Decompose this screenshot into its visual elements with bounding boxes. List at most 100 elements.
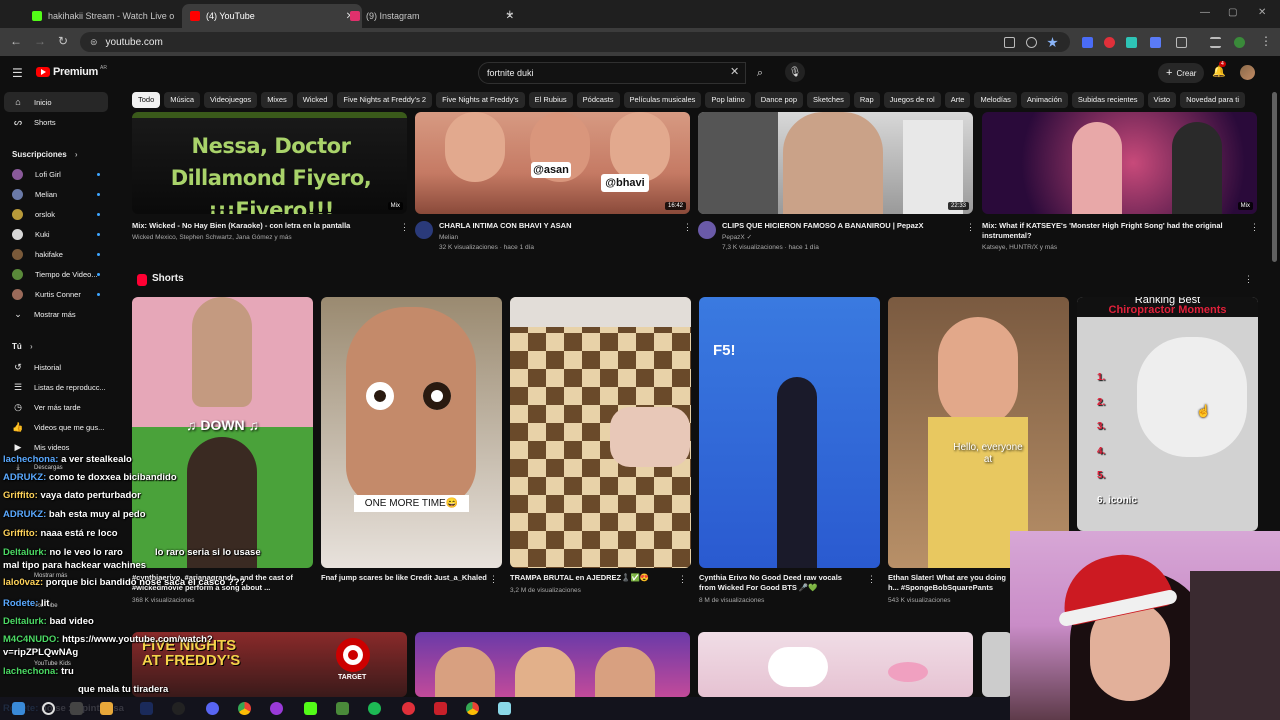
extensions-puzzle-icon[interactable] — [1176, 37, 1187, 48]
video-channel[interactable]: Wicked Mexico, Stephen Schwartz, Jana Gó… — [132, 233, 392, 243]
chip-20[interactable]: Novedad para ti — [1180, 92, 1246, 108]
sidebar-item-playlists[interactable]: ☰ Listas de reproducc... — [4, 377, 108, 397]
scrollbar[interactable] — [1272, 92, 1277, 262]
more-options-icon[interactable]: ⋮ — [1250, 222, 1259, 233]
short-card[interactable]: Hello, everyone at — [888, 297, 1069, 568]
close-window-button[interactable]: ✕ — [1258, 7, 1266, 18]
create-button[interactable]: + Crear — [1158, 63, 1205, 83]
short-card[interactable]: F5! — [699, 297, 880, 568]
more-options-icon[interactable]: ⋮ — [678, 574, 687, 585]
chip-1[interactable]: Música — [164, 92, 201, 108]
kick-icon[interactable] — [304, 702, 317, 715]
video-channel[interactable]: Melian — [439, 233, 458, 243]
spotify-icon[interactable] — [368, 702, 381, 715]
site-info-icon[interactable]: ⊜ — [90, 37, 98, 48]
chrome-icon[interactable] — [238, 702, 251, 715]
steam-icon[interactable] — [140, 702, 153, 715]
subscriptions-heading[interactable]: Suscripciones › — [12, 150, 78, 159]
short-title[interactable]: Ethan Slater! What are you doing h... #S… — [888, 573, 1008, 593]
app-icon[interactable] — [270, 702, 283, 715]
minecraft-icon[interactable] — [336, 702, 349, 715]
search-button[interactable]: ⌕ — [750, 62, 770, 84]
chip-11[interactable]: Dance pop — [754, 92, 804, 108]
chip-16[interactable]: Melodías — [974, 92, 1017, 108]
sidebar-item-subscription[interactable]: Tiempo de Video... — [4, 264, 108, 284]
short-card[interactable]: ONE MORE TIME😄 — [321, 297, 502, 568]
sidebar-item-liked[interactable]: 👍 Videos que me gus... — [4, 417, 108, 437]
short-title[interactable]: TRAMPA BRUTAL en AJEDREZ♟️✅😍 — [510, 573, 680, 583]
chip-15[interactable]: Arte — [944, 92, 971, 108]
video-thumbnail[interactable]: Nessa, Doctor Dillamond Fiyero, ¡¡¡Fiyer… — [132, 112, 407, 214]
chip-19[interactable]: Visto — [1147, 92, 1177, 108]
profile-avatar[interactable] — [1234, 37, 1245, 48]
short-card[interactable]: ♫ DOWN ♫ — [132, 297, 313, 568]
reload-button[interactable]: ↻ — [58, 34, 68, 48]
chip-18[interactable]: Subidas recientes — [1071, 92, 1144, 108]
more-options-icon[interactable]: ⋮ — [489, 574, 498, 585]
short-card[interactable]: Ranking Best Chiropractor Moments 1. 2. 3.… — [1077, 297, 1258, 531]
video-thumbnail[interactable]: @asan @bhavi 16:42 — [415, 112, 690, 214]
sidebar-item-subscription[interactable]: Melian — [4, 184, 108, 204]
chip-3[interactable]: Mixes — [261, 92, 293, 108]
minimize-button[interactable]: — — [1200, 7, 1210, 18]
sidebar-item-subscription[interactable]: Kuki — [4, 224, 108, 244]
sidebar-item-history[interactable]: ↺ Historial — [4, 357, 108, 377]
clear-search-icon[interactable]: ✕ — [730, 65, 739, 78]
chip-0[interactable]: Todo — [132, 92, 161, 108]
short-title[interactable]: Fnaf jump scares be like Credit Just_a_K… — [321, 573, 491, 583]
file-explorer-icon[interactable] — [100, 702, 113, 715]
chip-9[interactable]: Películas musicales — [623, 92, 702, 108]
chip-4[interactable]: Wicked — [296, 92, 334, 108]
chrome-icon[interactable] — [466, 702, 479, 715]
more-options-icon[interactable]: ⋮ — [1244, 274, 1253, 285]
more-options-icon[interactable]: ⋮ — [966, 222, 975, 233]
extension-icon[interactable] — [1150, 37, 1161, 48]
video-title[interactable]: Mix: What if KATSEYE's 'Monster High Fri… — [982, 221, 1244, 241]
sidebar-item-shorts[interactable]: ᔕ Shorts — [4, 112, 108, 132]
chip-13[interactable]: Rap — [853, 92, 880, 108]
discord-icon[interactable] — [206, 702, 219, 715]
extension-icon[interactable] — [1104, 37, 1115, 48]
mic-icon[interactable]: 🎙 — [785, 62, 805, 82]
short-card[interactable] — [510, 297, 691, 568]
more-options-icon[interactable]: ⋮ — [683, 222, 692, 233]
video-channel[interactable]: PepazX ✓ — [722, 233, 752, 243]
browser-tab-instagram[interactable]: (9) Instagram ✕ — [342, 4, 522, 28]
chip-5[interactable]: Five Nights at Freddy's 2 — [337, 92, 433, 108]
browser-tab-youtube[interactable]: (4) YouTube ✕ — [182, 4, 362, 28]
cast-icon[interactable] — [1004, 37, 1015, 48]
video-channel[interactable]: Katseye, HUNTR/X y más — [982, 243, 1057, 253]
chip-6[interactable]: Five Nights at Freddy's — [436, 92, 525, 108]
chip-17[interactable]: Animación — [1020, 92, 1068, 108]
video-thumbnail[interactable] — [415, 632, 690, 697]
extension-icon[interactable] — [1126, 37, 1137, 48]
opera-icon[interactable] — [402, 702, 415, 715]
short-title[interactable]: Cynthia Erivo No Good Deed raw vocals fr… — [699, 573, 859, 593]
you-heading[interactable]: Tú › — [12, 342, 33, 351]
video-title[interactable]: Mix: Wicked - No Hay Bien (Karaoke) - co… — [132, 221, 392, 231]
sidebar-item-show-more[interactable]: ⌄ Mostrar más — [4, 304, 108, 324]
zoom-icon[interactable] — [1026, 37, 1037, 48]
chip-8[interactable]: Pódcasts — [576, 92, 620, 108]
video-thumbnail[interactable]: Mix — [982, 112, 1257, 214]
chip-10[interactable]: Pop latino — [705, 92, 751, 108]
sidebar-item-subscription[interactable]: Kurtis Conner — [4, 284, 108, 304]
sidebar-item-home[interactable]: ⌂ Inicio — [4, 92, 108, 112]
sidebar-item-subscription[interactable]: hakifake — [4, 244, 108, 264]
menu-icon[interactable]: ☰ — [12, 66, 23, 80]
video-thumbnail[interactable] — [982, 632, 1012, 697]
chip-12[interactable]: Sketches — [807, 92, 850, 108]
sidebar-item-subscription[interactable]: Lofi Girl — [4, 164, 108, 184]
chip-2[interactable]: Videojuegos — [204, 92, 258, 108]
more-options-icon[interactable]: ⋮ — [867, 574, 876, 585]
channel-avatar[interactable] — [698, 221, 716, 239]
windows-start-icon[interactable] — [12, 702, 25, 715]
channel-avatar[interactable] — [415, 221, 433, 239]
video-thumbnail[interactable] — [698, 632, 973, 697]
app-icon[interactable] — [498, 702, 511, 715]
app-icon[interactable] — [434, 702, 447, 715]
sidebar-item-watch-later[interactable]: ◷ Ver más tarde — [4, 397, 108, 417]
browser-menu-button[interactable]: ⋮ — [1260, 34, 1272, 48]
task-view-icon[interactable] — [70, 702, 83, 715]
address-bar[interactable]: ⊜ youtube.com — [80, 32, 1070, 52]
